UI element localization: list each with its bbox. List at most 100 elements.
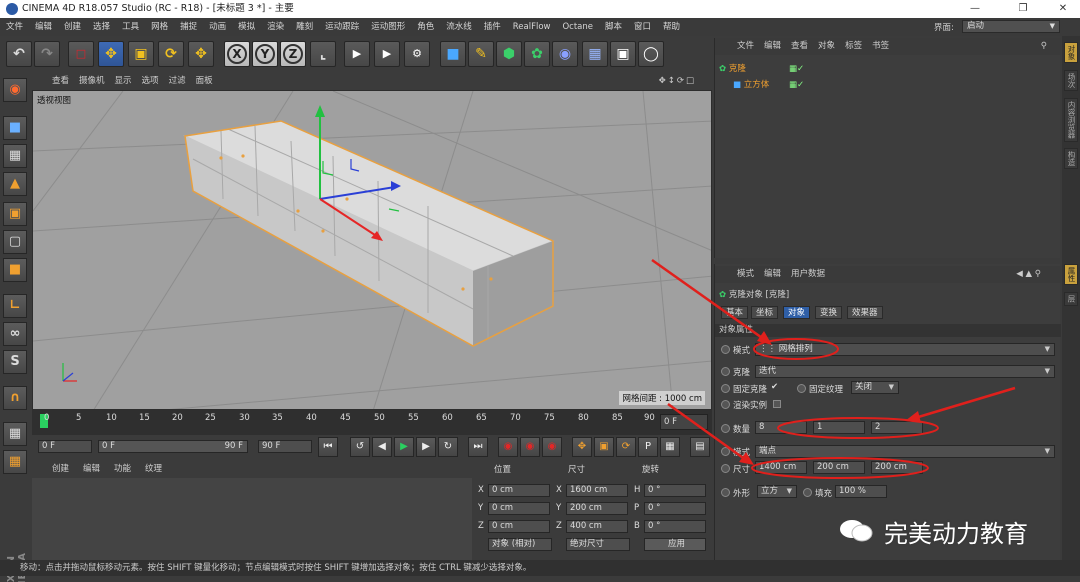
size-radio[interactable] bbox=[721, 464, 730, 473]
undo-icon[interactable]: ↶ bbox=[6, 41, 32, 67]
end-frame-field[interactable]: 90 F bbox=[258, 440, 312, 453]
maximize-icon[interactable]: ❐ bbox=[1008, 0, 1038, 18]
render-view-icon[interactable]: ▶ bbox=[344, 41, 370, 67]
menu-render[interactable]: 渲染 bbox=[261, 18, 290, 36]
workplane-icon[interactable]: ▲ bbox=[3, 172, 27, 196]
snap-icon[interactable]: S bbox=[3, 350, 27, 374]
menu-mesh[interactable]: 网格 bbox=[145, 18, 174, 36]
mat-menu-edit[interactable]: 编辑 bbox=[83, 464, 100, 474]
om-menu-tags[interactable]: 标签 bbox=[845, 41, 862, 51]
side-tab-objects[interactable]: 对象 bbox=[1064, 42, 1078, 63]
om-menu-file[interactable]: 文件 bbox=[737, 41, 754, 51]
recent-tool-icon[interactable]: ✥ bbox=[188, 41, 214, 67]
shape-select[interactable]: 立方 ▼ bbox=[757, 485, 797, 498]
perspective-viewport[interactable]: 透视视图 网格间距 : 1000 cm bbox=[32, 90, 712, 410]
scale-tool-icon[interactable]: ▣ bbox=[128, 41, 154, 67]
shape-radio[interactable] bbox=[721, 488, 730, 497]
apply-button[interactable]: 应用 bbox=[644, 538, 706, 551]
close-icon[interactable]: ✕ bbox=[1048, 0, 1078, 18]
move-tool-icon[interactable]: ✥ bbox=[98, 41, 124, 67]
rot-b-field[interactable]: 0 ° bbox=[644, 520, 706, 533]
vp-menu-panel[interactable]: 面板 bbox=[196, 76, 213, 86]
am-menu-mode[interactable]: 模式 bbox=[737, 269, 754, 279]
key-rotation-icon[interactable]: ⟳ bbox=[616, 437, 636, 457]
menu-pipeline[interactable]: 流水线 bbox=[440, 18, 478, 36]
size-x-field[interactable]: 1600 cm bbox=[566, 484, 628, 497]
vp-menu-view[interactable]: 查看 bbox=[52, 76, 69, 86]
side-tab-takes[interactable]: 场次 bbox=[1064, 70, 1078, 91]
pen-spline-icon[interactable]: ✎ bbox=[468, 41, 494, 67]
magnet-icon[interactable]: ∩ bbox=[3, 386, 27, 410]
size-z-field[interactable]: 400 cm bbox=[566, 520, 628, 533]
size-x-attr-field[interactable]: 1400 cm bbox=[755, 461, 807, 474]
x-axis-lock-button[interactable]: X bbox=[224, 41, 250, 67]
tab-basic[interactable]: 基本 bbox=[721, 306, 749, 319]
om-menu-view[interactable]: 查看 bbox=[791, 41, 808, 51]
menu-character[interactable]: 角色 bbox=[411, 18, 440, 36]
clone-radio[interactable] bbox=[721, 367, 730, 376]
next-frame-icon[interactable]: ▶ bbox=[416, 437, 436, 457]
fix-clone-checkbox[interactable]: ✔ bbox=[771, 382, 778, 392]
tab-object[interactable]: 对象 bbox=[783, 306, 811, 319]
record-icon[interactable]: ◉ bbox=[498, 437, 518, 457]
mode2-radio[interactable] bbox=[721, 447, 730, 456]
live-selection-icon[interactable]: □ bbox=[68, 41, 94, 67]
light-icon[interactable]: ◯ bbox=[638, 41, 664, 67]
count-z-field[interactable]: 2 bbox=[871, 421, 923, 434]
viewport-navigation-icons[interactable]: ✥↕⟳□ bbox=[659, 72, 696, 90]
polygons-mode-icon[interactable]: ■ bbox=[3, 258, 27, 282]
go-to-end-icon[interactable]: ⏭ bbox=[468, 437, 488, 457]
om-menu-object[interactable]: 对象 bbox=[818, 41, 835, 51]
redo-icon[interactable]: ↷ bbox=[34, 41, 60, 67]
current-frame-field[interactable]: 0 F bbox=[660, 414, 708, 430]
fix-texture-select[interactable]: 关闭 ▼ bbox=[851, 381, 899, 394]
clone-select[interactable]: 迭代 ▼ bbox=[755, 365, 1055, 378]
side-tab-structure[interactable]: 构造 bbox=[1064, 148, 1078, 169]
vp-menu-display[interactable]: 显示 bbox=[115, 76, 132, 86]
menu-mograph[interactable]: 运动图形 bbox=[365, 18, 411, 36]
key-position-icon[interactable]: ✥ bbox=[572, 437, 592, 457]
model-mode-icon[interactable]: ■ bbox=[3, 116, 27, 140]
cloner-icon[interactable]: ✿ bbox=[524, 41, 550, 67]
vp-menu-options[interactable]: 选项 bbox=[142, 76, 159, 86]
points-mode-icon[interactable]: ▣ bbox=[3, 202, 27, 226]
rot-h-field[interactable]: 0 ° bbox=[644, 484, 706, 497]
layout-select[interactable]: 启动 ▼ bbox=[962, 20, 1060, 33]
navigation-arrows-icon[interactable]: ◀ ▲ ⚲ bbox=[1016, 266, 1041, 283]
fill-radio[interactable] bbox=[803, 488, 812, 497]
render-instances-checkbox[interactable] bbox=[773, 400, 781, 408]
next-key-icon[interactable]: ↻ bbox=[438, 437, 458, 457]
am-menu-edit[interactable]: 编辑 bbox=[764, 269, 781, 279]
preview-range-slider[interactable]: 0 F 90 F bbox=[98, 440, 248, 453]
size-y-field[interactable]: 200 cm bbox=[566, 502, 628, 515]
render-settings-icon[interactable]: ⚙ bbox=[404, 41, 430, 67]
count-x-field[interactable]: 8 bbox=[755, 421, 807, 434]
menu-tracking[interactable]: 运动跟踪 bbox=[319, 18, 365, 36]
menu-sculpt[interactable]: 雕刻 bbox=[290, 18, 319, 36]
previous-key-icon[interactable]: ↺ bbox=[350, 437, 370, 457]
fix-clone-radio[interactable] bbox=[721, 384, 730, 393]
mat-menu-function[interactable]: 功能 bbox=[114, 464, 131, 474]
menu-animate[interactable]: 动画 bbox=[203, 18, 232, 36]
om-menu-edit[interactable]: 编辑 bbox=[764, 41, 781, 51]
mode-select[interactable]: ⋮⋮ 网格排列 ▼ bbox=[755, 343, 1055, 356]
tweak-mode-icon[interactable]: ∞ bbox=[3, 322, 27, 346]
visibility-check-icon[interactable]: ▦✓ bbox=[789, 62, 804, 76]
tab-effectors[interactable]: 效果器 bbox=[847, 306, 883, 319]
start-frame-field[interactable]: 0 F bbox=[38, 440, 92, 453]
side-tab-layers[interactable]: 层 bbox=[1064, 292, 1078, 306]
fix-texture-radio[interactable] bbox=[797, 384, 806, 393]
menu-window[interactable]: 窗口 bbox=[628, 18, 657, 36]
pos-y-field[interactable]: 0 cm bbox=[488, 502, 550, 515]
coordinate-system-icon[interactable]: ⌞ bbox=[310, 41, 336, 67]
y-axis-lock-button[interactable]: Y bbox=[252, 41, 278, 67]
search-icon[interactable]: ⚲ bbox=[1041, 38, 1047, 55]
planar-workplane-icon[interactable]: ▦ bbox=[3, 450, 27, 474]
vp-menu-camera[interactable]: 摄像机 bbox=[79, 76, 105, 86]
texture-mode-icon[interactable]: ▦ bbox=[3, 144, 27, 168]
am-menu-userdata[interactable]: 用户数据 bbox=[791, 269, 825, 279]
menu-script[interactable]: 脚本 bbox=[599, 18, 628, 36]
mode2-select[interactable]: 端点 ▼ bbox=[755, 445, 1055, 458]
minimize-icon[interactable]: — bbox=[960, 0, 990, 18]
mode-radio[interactable] bbox=[721, 345, 730, 354]
